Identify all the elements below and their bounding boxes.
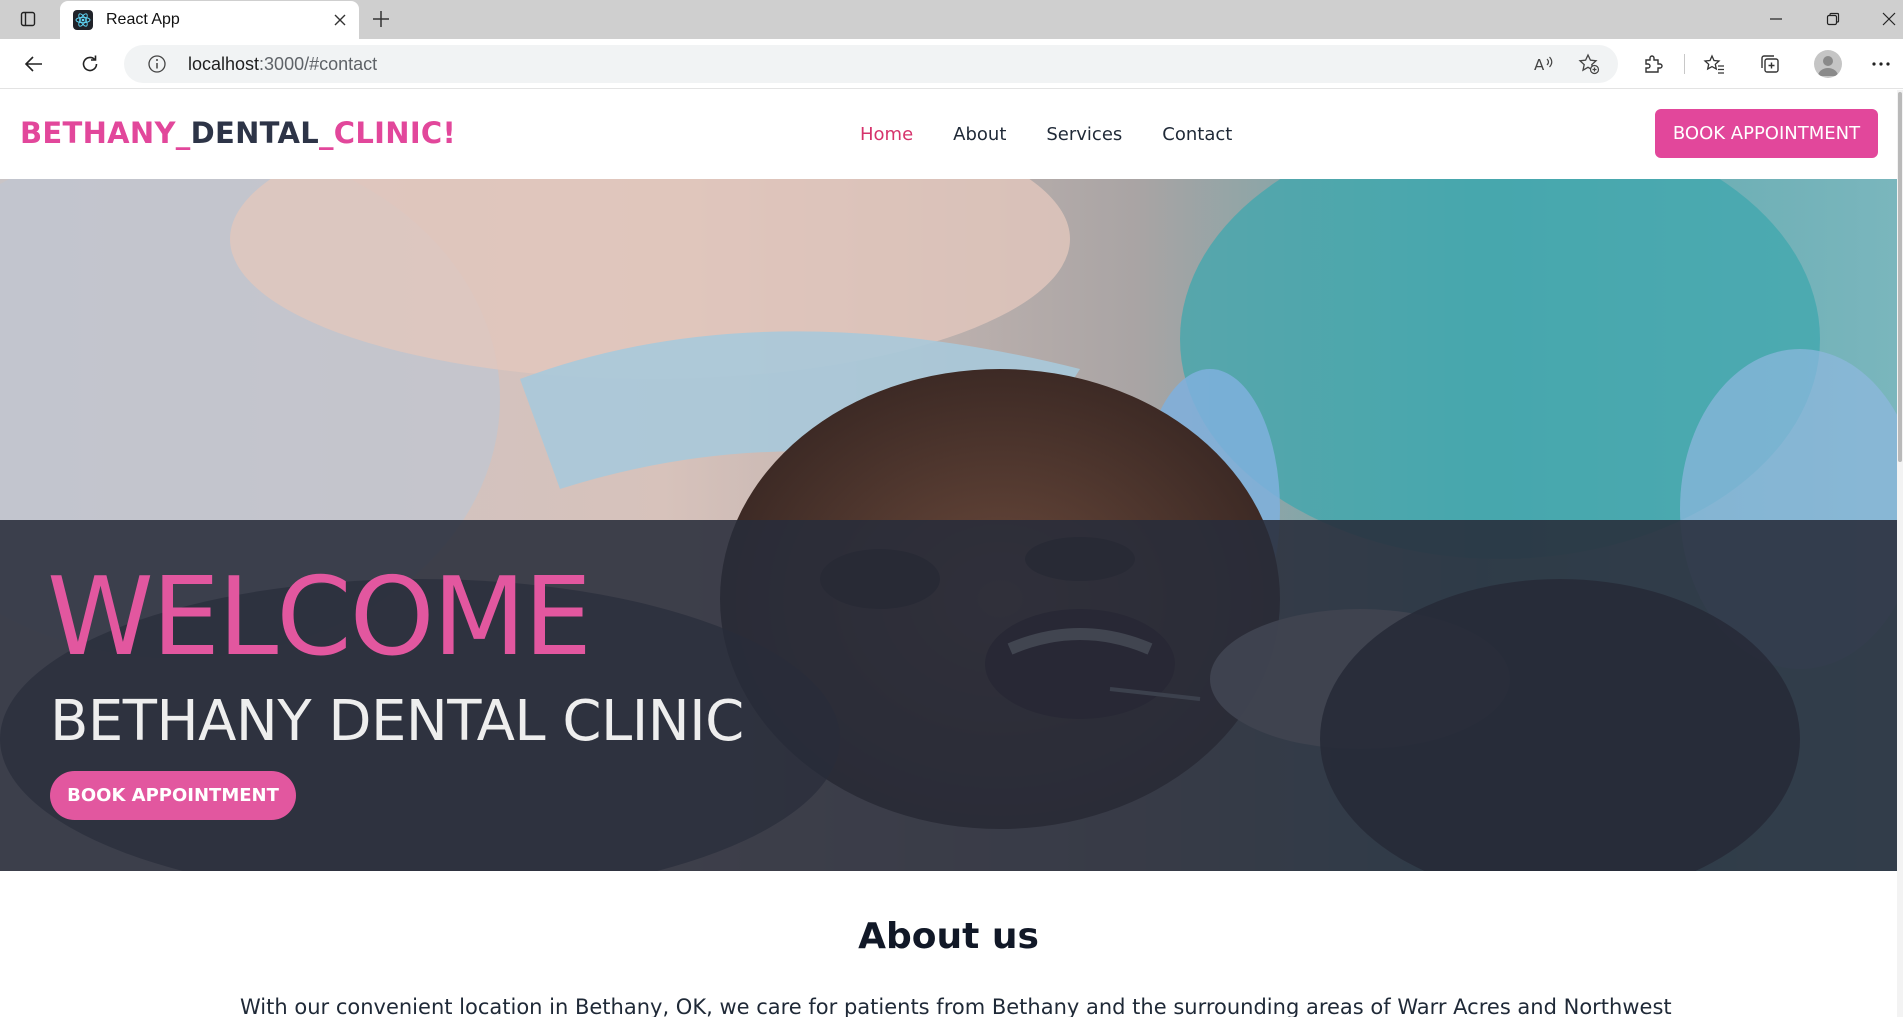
back-arrow-icon[interactable] — [21, 51, 47, 77]
read-aloud-icon[interactable]: A — [1531, 51, 1557, 77]
react-icon — [73, 10, 93, 30]
nav-about[interactable]: About — [953, 124, 1006, 145]
nav-home[interactable]: Home — [860, 124, 913, 145]
info-icon[interactable] — [146, 53, 168, 75]
favorites-icon[interactable] — [1701, 51, 1727, 77]
tab-actions-icon[interactable] — [18, 9, 38, 29]
site-header: BETHANY_DENTAL_CLINIC! Home About Servic… — [0, 90, 1897, 179]
nav-services[interactable]: Services — [1046, 124, 1122, 145]
address-bar[interactable]: localhost:3000/#contact A — [124, 45, 1618, 83]
restore-icon[interactable] — [1821, 7, 1845, 31]
browser-toolbar: localhost:3000/#contact A — [0, 39, 1903, 89]
main-nav: Home About Services Contact — [860, 124, 1232, 145]
scrollbar-thumb[interactable] — [1898, 92, 1902, 462]
hero-welcome-title: WELCOME — [47, 555, 592, 680]
hero-subtitle: BETHANY DENTAL CLINIC — [50, 689, 744, 754]
page-scrollbar[interactable] — [1897, 90, 1903, 1017]
more-icon[interactable] — [1868, 51, 1894, 77]
logo-part-1: BETHANY_ — [20, 116, 191, 150]
nav-contact[interactable]: Contact — [1162, 124, 1232, 145]
star-plus-icon[interactable] — [1576, 51, 1602, 77]
browser-tabstrip: React App — [0, 0, 1903, 39]
minimize-icon[interactable] — [1764, 7, 1788, 31]
address-host: localhost — [188, 53, 260, 74]
header-book-appointment-button[interactable]: BOOK APPOINTMENT — [1655, 109, 1878, 158]
close-icon[interactable] — [331, 11, 349, 29]
toolbar-separator — [1684, 54, 1685, 74]
svg-text:A: A — [1534, 56, 1545, 74]
address-text: localhost:3000/#contact — [188, 54, 377, 75]
refresh-icon[interactable] — [77, 51, 103, 77]
hero-book-appointment-button[interactable]: BOOK APPOINTMENT — [50, 771, 296, 820]
about-section-text: With our convenient location in Bethany,… — [240, 995, 1672, 1017]
logo-part-2: DENTAL — [190, 116, 319, 150]
about-section-title: About us — [858, 916, 1039, 957]
logo-part-3: _CLINIC! — [319, 116, 457, 150]
tab-title: React App — [106, 11, 180, 28]
puzzle-icon[interactable] — [1640, 51, 1666, 77]
avatar-icon[interactable] — [1814, 50, 1842, 78]
plus-icon[interactable] — [371, 9, 391, 29]
site-logo[interactable]: BETHANY_DENTAL_CLINIC! — [20, 116, 456, 150]
browser-tab[interactable]: React App — [60, 1, 359, 39]
hero-section: WELCOME BETHANY DENTAL CLINIC BOOK APPOI… — [0, 179, 1897, 871]
address-path: :3000/#contact — [259, 53, 378, 74]
collections-icon[interactable] — [1757, 51, 1783, 77]
close-window-icon[interactable] — [1877, 7, 1901, 31]
page-viewport: BETHANY_DENTAL_CLINIC! Home About Servic… — [0, 90, 1903, 1017]
